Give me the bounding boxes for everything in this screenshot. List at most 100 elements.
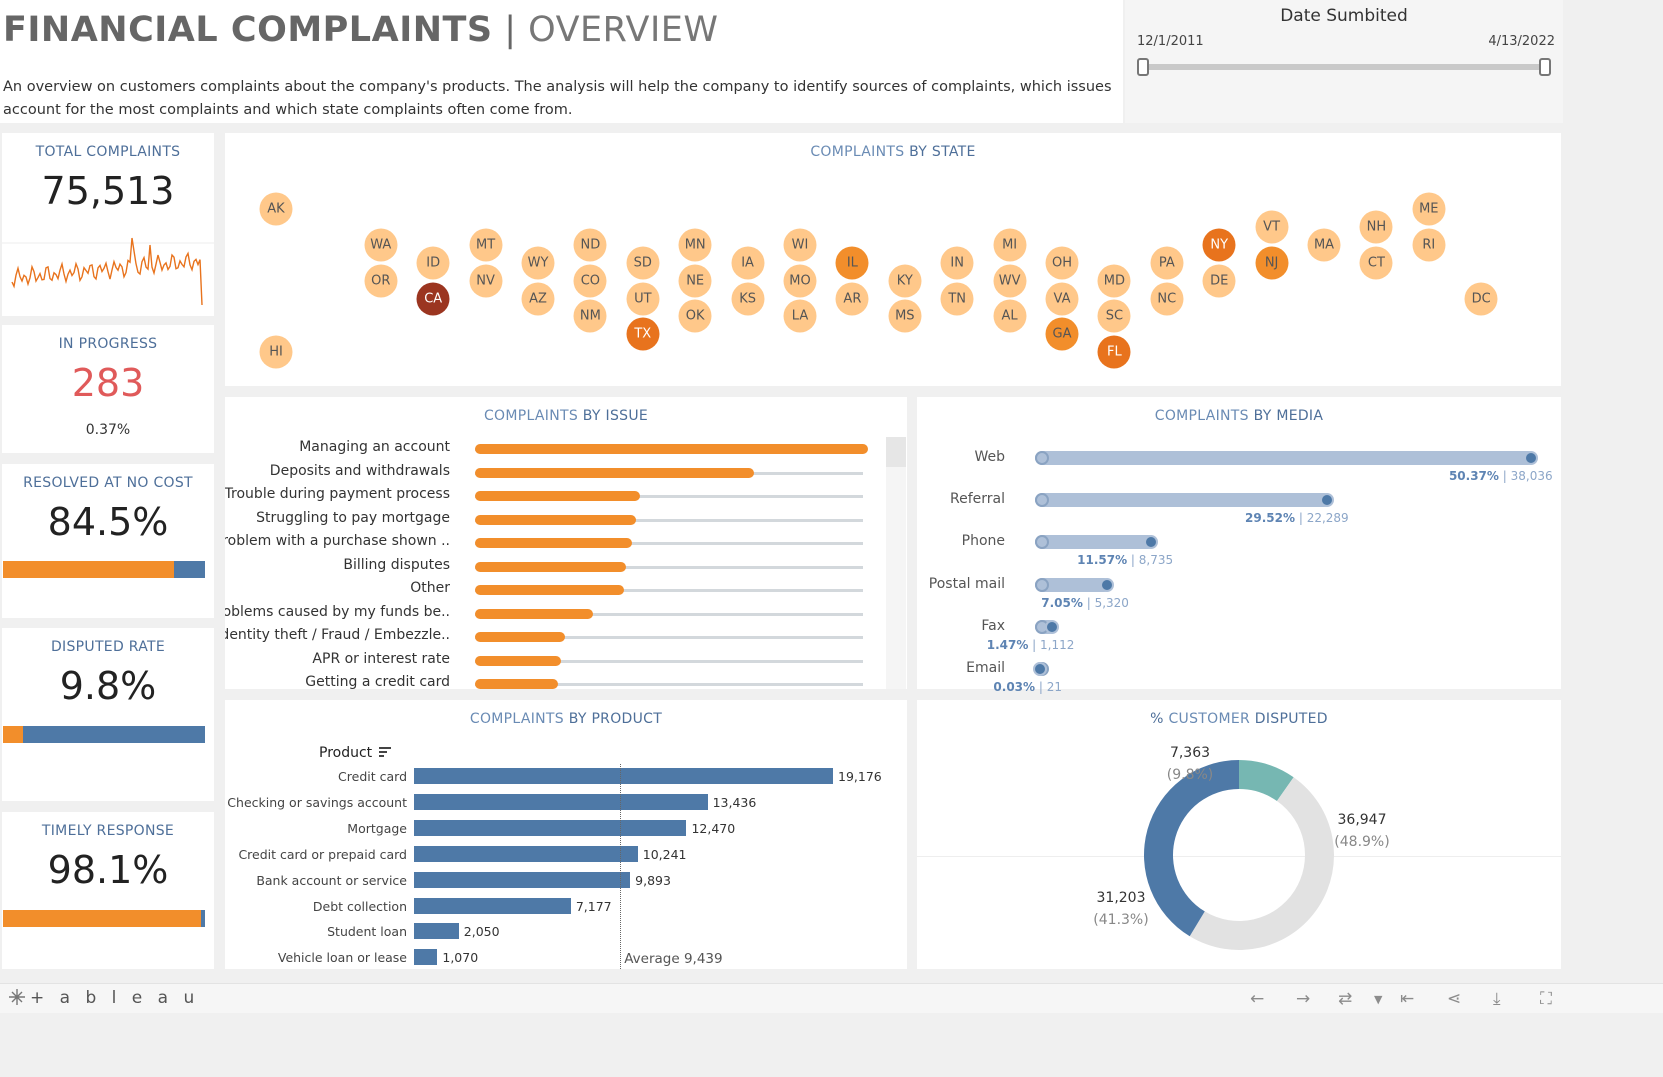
issue-scrollbar-thumb[interactable] <box>886 437 906 467</box>
state-ms[interactable]: MS <box>888 299 922 333</box>
state-wv[interactable]: WV <box>993 264 1027 298</box>
share-icon[interactable]: ⋖ <box>1447 989 1461 1009</box>
revert-icon[interactable]: ⇄ <box>1338 989 1352 1009</box>
issue-row[interactable]: Identity theft / Fraud / Embezzle.. <box>225 625 907 648</box>
date-range-slider[interactable] <box>1141 64 1547 70</box>
undo-icon[interactable]: ← <box>1250 989 1264 1009</box>
state-nm[interactable]: NM <box>573 299 607 333</box>
state-md[interactable]: MD <box>1097 264 1131 298</box>
state-wa[interactable]: WA <box>364 228 398 262</box>
state-ar[interactable]: AR <box>835 282 869 315</box>
date-start-handle[interactable] <box>1137 58 1149 76</box>
state-tn[interactable]: TN <box>940 282 974 315</box>
state-la[interactable]: LA <box>783 299 817 333</box>
state-nc[interactable]: NC <box>1150 282 1184 315</box>
media-value: 0.03% | 21 <box>993 680 1062 694</box>
state-sd[interactable]: SD <box>626 246 660 280</box>
state-in[interactable]: IN <box>940 246 974 280</box>
kpi-timely-response: TIMELY RESPONSE 98.1% <box>2 812 214 969</box>
issue-bar <box>475 679 558 689</box>
state-va[interactable]: VA <box>1045 282 1079 315</box>
issue-row[interactable]: Getting a credit card <box>225 672 907 689</box>
product-bar <box>414 897 571 914</box>
issue-row[interactable]: Other <box>225 578 907 601</box>
complaints-by-product-panel: COMPLAINTS BY PRODUCT Product Credit car… <box>225 700 907 969</box>
state-me[interactable]: ME <box>1412 192 1446 226</box>
state-wi[interactable]: WI <box>783 228 817 262</box>
state-ky[interactable]: KY <box>888 264 922 298</box>
state-wy[interactable]: WY <box>521 246 555 280</box>
state-vt[interactable]: VT <box>1255 210 1289 244</box>
product-column-header[interactable]: Product <box>319 745 391 761</box>
donut-label-value: 36,947 <box>1337 812 1387 828</box>
state-mi[interactable]: MI <box>993 228 1027 262</box>
product-label: Credit card or prepaid card <box>238 846 407 862</box>
state-or[interactable]: OR <box>364 264 398 298</box>
media-end-dot <box>1319 493 1334 508</box>
state-fl[interactable]: FL <box>1097 335 1131 369</box>
state-ct[interactable]: CT <box>1359 246 1393 280</box>
donut-slice[interactable] <box>1189 777 1334 950</box>
donut-slice[interactable] <box>1144 760 1239 937</box>
issue-row[interactable]: Problems caused by my funds be.. <box>225 602 907 625</box>
kpi-label: RESOLVED AT NO COST <box>23 475 193 491</box>
state-nh[interactable]: NH <box>1359 210 1393 244</box>
disputed-donut-chart <box>1144 760 1334 950</box>
state-nd[interactable]: ND <box>573 228 607 262</box>
reset-icon[interactable]: ⇤ <box>1400 989 1414 1009</box>
state-mt[interactable]: MT <box>469 228 503 262</box>
state-pa[interactable]: PA <box>1150 246 1184 280</box>
chevron-down-icon[interactable]: ▼ <box>1374 993 1382 1006</box>
state-ut[interactable]: UT <box>626 282 660 315</box>
product-value-label: 12,470 <box>691 820 736 836</box>
timely-progress-bar <box>3 910 205 927</box>
state-oh[interactable]: OH <box>1045 246 1079 280</box>
fullscreen-icon[interactable]: ⛶ <box>1540 989 1552 1009</box>
state-sc[interactable]: SC <box>1097 299 1131 333</box>
issue-row[interactable]: Billing disputes <box>225 555 907 578</box>
tableau-logo[interactable]: + a b l e a u <box>8 988 199 1008</box>
state-al[interactable]: AL <box>993 299 1027 333</box>
state-nv[interactable]: NV <box>469 264 503 298</box>
issue-row[interactable]: APR or interest rate <box>225 649 907 672</box>
state-mn[interactable]: MN <box>678 228 712 262</box>
state-ks[interactable]: KS <box>731 282 765 315</box>
issue-row[interactable]: Trouble during payment process <box>225 484 907 507</box>
download-icon[interactable]: ⤓ <box>1493 989 1501 1009</box>
state-tx[interactable]: TX <box>626 317 660 351</box>
date-end-value: 4/13/2022 <box>1488 34 1555 49</box>
redo-icon[interactable]: → <box>1296 989 1310 1009</box>
product-label: Bank account or service <box>256 872 407 888</box>
state-de[interactable]: DE <box>1202 264 1236 298</box>
issue-bar <box>475 608 593 619</box>
issue-label: Billing disputes <box>343 556 450 573</box>
state-ny[interactable]: NY <box>1202 228 1236 262</box>
issue-row[interactable]: Problem with a purchase shown .. <box>225 531 907 554</box>
issue-row[interactable]: Deposits and withdrawals <box>225 461 907 484</box>
state-dc[interactable]: DC <box>1464 282 1498 315</box>
state-id[interactable]: ID <box>416 246 450 280</box>
product-bar <box>414 949 438 966</box>
state-ca[interactable]: CA <box>416 282 450 315</box>
kpi-resolved-no-cost: RESOLVED AT NO COST 84.5% <box>2 464 214 618</box>
state-nj[interactable]: NJ <box>1255 246 1289 280</box>
issue-row[interactable]: Struggling to pay mortgage <box>225 508 907 531</box>
state-ma[interactable]: MA <box>1307 228 1341 262</box>
state-az[interactable]: AZ <box>521 282 555 315</box>
state-il[interactable]: IL <box>835 246 869 280</box>
issue-row[interactable]: Managing an account <box>225 437 907 460</box>
state-ne[interactable]: NE <box>678 264 712 298</box>
state-mo[interactable]: MO <box>783 264 817 298</box>
complaints-by-media-panel: COMPLAINTS BY MEDIA Web 50.37% | 38,036 Re… <box>917 397 1561 694</box>
state-ak[interactable]: AK <box>259 192 293 226</box>
state-ia[interactable]: IA <box>731 246 765 280</box>
state-co[interactable]: CO <box>573 264 607 298</box>
donut-label-value: 31,203 <box>1096 890 1146 906</box>
state-ga[interactable]: GA <box>1045 317 1079 351</box>
kpi-value: 283 <box>71 361 145 405</box>
sort-icon[interactable] <box>378 746 391 758</box>
state-ri[interactable]: RI <box>1412 228 1446 262</box>
date-end-handle[interactable] <box>1539 58 1551 76</box>
state-hi[interactable]: HI <box>259 335 293 369</box>
state-ok[interactable]: OK <box>678 299 712 333</box>
